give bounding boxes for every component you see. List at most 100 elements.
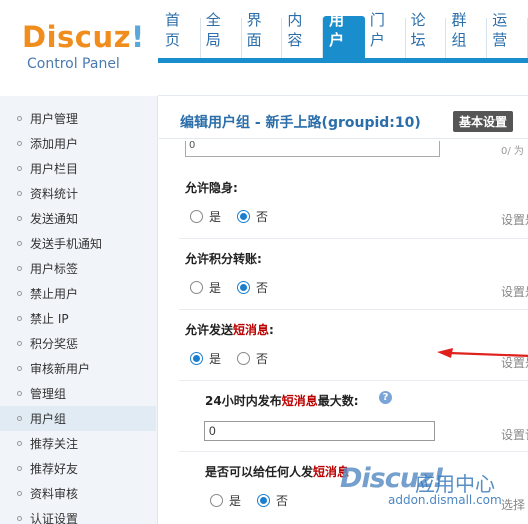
nav-tab[interactable]: 内容	[282, 11, 324, 58]
sidebar-item[interactable]: 禁止用户	[0, 281, 156, 306]
row-divider	[179, 309, 528, 310]
partial-input-value: 0	[189, 140, 196, 151]
sidebar-item[interactable]: 禁止 IP	[0, 306, 156, 331]
sidebar-item-label: 用户标签	[30, 262, 79, 276]
sidebar-item-label: 用户组	[30, 412, 67, 426]
setting-label-invisible: 允许隐身:	[185, 181, 238, 195]
radio-invisible-no[interactable]: 否	[237, 208, 268, 225]
page-title: 编辑用户组 - 新手上路(groupid:10)	[180, 115, 421, 131]
sidebar-item[interactable]: 用户标签	[0, 256, 156, 281]
bullet-icon	[17, 366, 22, 371]
nav-tab[interactable]: 门户	[365, 11, 406, 58]
sidebar-item[interactable]: 用户组	[0, 406, 156, 431]
help-icon[interactable]: ?	[379, 391, 392, 404]
nav-tab[interactable]: 全局	[201, 11, 242, 58]
sidebar-item-label: 资料审核	[30, 487, 79, 501]
sidebar-item[interactable]: 积分奖惩	[0, 331, 156, 356]
row-divider	[179, 451, 528, 452]
bullet-icon	[17, 466, 22, 471]
sidebar-item[interactable]: 资料审核	[0, 481, 156, 506]
bullet-icon	[17, 391, 22, 396]
radio-transfer-yes[interactable]: 是	[190, 279, 221, 296]
nav-tab[interactable]: 界面	[242, 11, 283, 58]
sidebar-item[interactable]: 用户栏目	[0, 156, 156, 181]
logo[interactable]: Discuz! Control Panel	[0, 0, 158, 90]
sidebar-item[interactable]: 发送手机通知	[0, 231, 156, 256]
bullet-icon	[17, 291, 22, 296]
setting-hint: 设置是	[501, 213, 528, 227]
sidebar-item[interactable]: 添加用户	[0, 131, 156, 156]
setting-hint: 设置是	[501, 285, 528, 299]
radio-icon	[237, 352, 250, 365]
sidebar-item[interactable]: 用户管理	[0, 106, 156, 131]
radio-icon-checked	[237, 281, 250, 294]
red-arrow-annotation	[437, 348, 528, 358]
sidebar-item-label: 积分奖惩	[30, 337, 79, 351]
sidebar-item-label: 用户管理	[30, 112, 79, 126]
sidebar-item[interactable]: 推荐关注	[0, 431, 156, 456]
radio-icon-checked	[190, 352, 203, 365]
bullet-icon	[17, 116, 22, 121]
nav-tab-label: 内容	[287, 11, 303, 49]
setting-label-credit-transfer: 允许积分转账:	[185, 252, 262, 266]
nav-tab-label: 全局	[205, 11, 221, 49]
radio-transfer-no[interactable]: 否	[237, 279, 268, 296]
bullet-icon	[17, 266, 22, 271]
bullet-icon	[17, 416, 22, 421]
partial-input[interactable]	[185, 141, 440, 157]
nav-tab-label: 群组	[451, 11, 467, 49]
bullet-icon	[17, 216, 22, 221]
watermark: Discuz! 应用中心 addon.dismall.com	[280, 458, 528, 518]
partial-hint: 0/ 为	[501, 146, 524, 157]
nav-tab-label: 运营	[492, 11, 508, 49]
setting-label-pm-limit: 24小时内发布短消息最大数:	[205, 394, 359, 408]
logo-wordmark: Discuz!	[22, 20, 145, 54]
sidebar-item[interactable]: 认证设置	[0, 506, 156, 524]
sidebar-item-label: 添加用户	[30, 137, 79, 151]
sidebar: 用户管理添加用户用户栏目资料统计发送通知发送手机通知 用户标签禁止用户禁止 IP 积…	[0, 96, 158, 524]
nav-tab[interactable]: 群组	[446, 11, 488, 58]
nav-tab-label: 界面	[246, 11, 262, 49]
tab-basic-settings[interactable]: 基本设置	[453, 111, 514, 132]
sidebar-item-label: 推荐好友	[30, 462, 79, 476]
sidebar-item-label: 审核新用户	[30, 362, 91, 376]
row-divider	[179, 380, 528, 381]
sidebar-item-label: 资料统计	[30, 187, 79, 201]
radio-icon	[210, 494, 223, 507]
sidebar-item-label: 认证设置	[30, 512, 79, 524]
sidebar-item-label: 推荐关注	[30, 437, 79, 451]
nav-tab[interactable]: 运营	[487, 11, 528, 58]
radio-pm-anyone-yes[interactable]: 是	[210, 492, 241, 509]
bullet-icon	[17, 241, 22, 246]
radio-pm-yes[interactable]: 是	[190, 350, 221, 367]
sidebar-item-label: 禁止用户	[30, 287, 79, 301]
sidebar-item-label: 发送手机通知	[30, 237, 103, 251]
nav-tab-label: 首页	[165, 11, 181, 49]
header: Discuz! Control Panel 首页 全局 界面 内容 用户 门户 论坛 群组 运营	[0, 0, 528, 96]
sidebar-item[interactable]: 发送通知	[0, 206, 156, 231]
watermark-url: addon.dismall.com	[388, 493, 502, 507]
bullet-icon	[17, 166, 22, 171]
sidebar-item[interactable]: 资料统计	[0, 181, 156, 206]
radio-pm-no[interactable]: 否	[237, 350, 268, 367]
nav-tab-label: 门户	[369, 11, 385, 49]
bullet-icon	[17, 341, 22, 346]
nav-tab-label: 用户	[329, 11, 345, 49]
subheader-strip	[158, 63, 528, 96]
sidebar-item[interactable]: 推荐好友	[0, 456, 156, 481]
nav-tab[interactable]: 用户	[323, 11, 365, 58]
nav-tab[interactable]: 论坛	[406, 11, 447, 58]
bullet-icon	[17, 316, 22, 321]
sidebar-item[interactable]: 审核新用户	[0, 356, 156, 381]
nav-tab[interactable]: 首页	[160, 11, 201, 58]
radio-invisible-yes[interactable]: 是	[190, 208, 221, 225]
sidebar-item[interactable]: 管理组	[0, 381, 156, 406]
top-nav: 首页 全局 界面 内容 用户 门户 论坛 群组 运营	[160, 11, 528, 58]
bullet-icon	[17, 441, 22, 446]
sidebar-item-label: 管理组	[30, 387, 67, 401]
divider	[159, 138, 528, 139]
bullet-icon	[17, 516, 22, 521]
radio-icon	[190, 281, 203, 294]
sidebar-item-label: 禁止 IP	[30, 312, 69, 326]
pm-limit-input[interactable]	[204, 421, 435, 441]
